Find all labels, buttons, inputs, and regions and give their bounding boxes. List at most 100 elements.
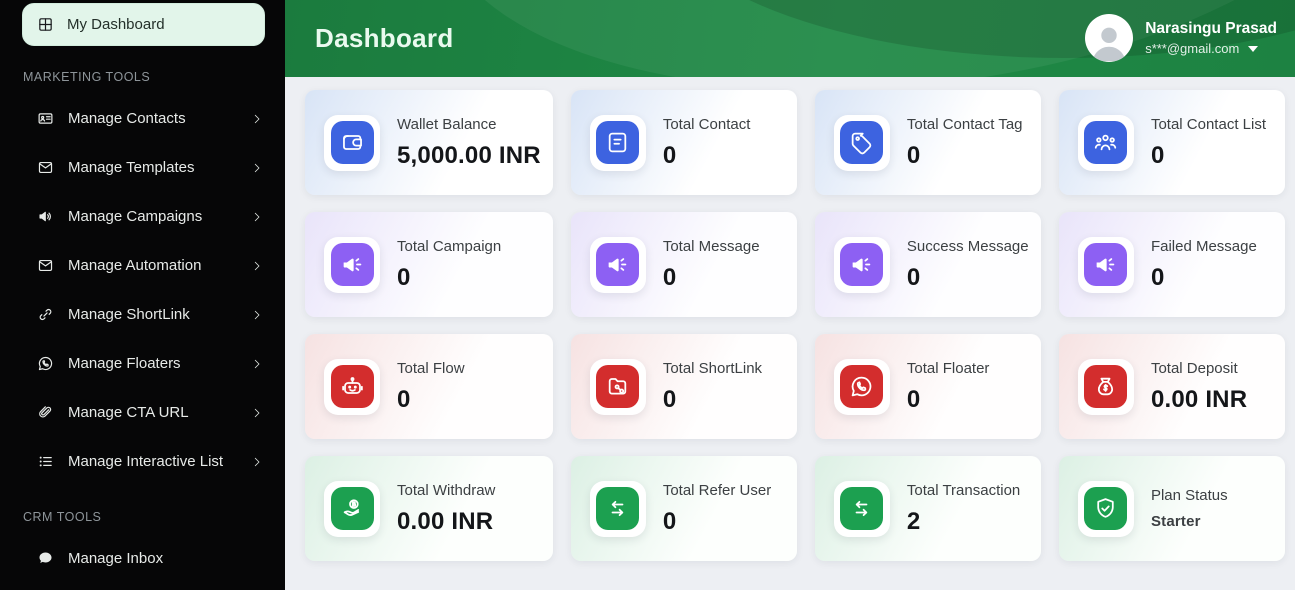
- megaphone-icon: [330, 243, 374, 286]
- icon-tile: [833, 480, 890, 537]
- card-value: 0.00 INR: [1150, 385, 1248, 413]
- icon-tile: [1077, 114, 1134, 171]
- stat-card-total-flow: Total Flow 0: [305, 334, 553, 439]
- stat-card-total-campaign: Total Campaign 0: [305, 212, 553, 317]
- icon-tile: [1077, 236, 1134, 293]
- chevron-right-icon: [251, 260, 263, 272]
- envelope-icon: [37, 159, 54, 176]
- card-text: Total Withdraw 0.00 INR: [397, 482, 495, 536]
- icon-tile: [1077, 358, 1134, 415]
- sidebar-item-manage-interactive-list[interactable]: Manage Interactive List: [0, 437, 285, 486]
- section-title: MARKETING TOOLS: [23, 70, 151, 84]
- icon-tile: [589, 236, 646, 293]
- card-text: Total Flow 0: [397, 360, 465, 414]
- hand-coin-icon: [330, 487, 374, 530]
- card-text: Total Deposit 0.00 INR: [1151, 360, 1247, 414]
- sidebar-item-my-dashboard[interactable]: My Dashboard: [22, 3, 265, 46]
- user-name: Narasingu Prasad: [1145, 19, 1277, 37]
- note-icon: [596, 121, 640, 164]
- card-title: Total Contact: [662, 115, 751, 133]
- dashboard-grid-icon: [37, 16, 54, 33]
- chevron-right-icon: [251, 309, 263, 321]
- card-text: Total Contact Tag 0: [907, 116, 1023, 170]
- chevron-right-icon: [251, 113, 263, 125]
- card-text: Total Floater 0: [907, 360, 990, 414]
- sidebar-item-label: Manage CTA URL: [68, 404, 189, 421]
- avatar[interactable]: [1085, 14, 1134, 62]
- stat-card-total-deposit: Total Deposit 0.00 INR: [1058, 334, 1285, 439]
- stat-card-total-shortlink: Total ShortLink 0: [570, 334, 797, 439]
- whatsapp-icon: [37, 355, 54, 372]
- sidebar-sections: MARKETING TOOLS Manage Contacts Manage Tem…: [0, 46, 285, 583]
- card-title: Success Message: [906, 237, 1029, 255]
- card-title: Total ShortLink: [662, 359, 763, 377]
- icon-tile: [589, 114, 646, 171]
- icon-tile: [324, 114, 380, 171]
- card-title: Total Contact Tag: [906, 115, 1023, 133]
- card-value: 0: [1150, 263, 1165, 291]
- people-group-icon: [1084, 121, 1128, 164]
- card-text: Total Message 0: [663, 238, 760, 292]
- sidebar-item-label: Manage Floaters: [68, 355, 181, 372]
- stat-card-total-floater: Total Floater 0: [814, 334, 1041, 439]
- page-title: Dashboard: [315, 23, 454, 53]
- sidebar-item-manage-floaters[interactable]: Manage Floaters: [0, 339, 285, 388]
- icon-tile: [833, 114, 890, 171]
- sidebar-item-manage-shortlink[interactable]: Manage ShortLink: [0, 290, 285, 339]
- card-text: Total Transaction 2: [907, 482, 1020, 536]
- money-bag-icon: [1084, 365, 1128, 408]
- sidebar-item-manage-cta-url[interactable]: Manage CTA URL: [0, 388, 285, 437]
- chevron-right-icon: [251, 407, 263, 419]
- icon-tile: [833, 236, 890, 293]
- sidebar-item-manage-inbox[interactable]: Manage Inbox: [0, 534, 285, 583]
- card-title: Plan Status: [1150, 487, 1228, 504]
- icon-tile: [589, 358, 646, 415]
- card-text: Success Message 0: [907, 238, 1029, 292]
- card-title: Total Refer User: [662, 481, 772, 499]
- sidebar-item-label: Manage Campaigns: [68, 208, 203, 225]
- sidebar-item-manage-campaigns[interactable]: Manage Campaigns: [0, 192, 285, 241]
- paperclip-icon: [37, 404, 54, 421]
- card-title: Wallet Balance: [397, 115, 497, 133]
- card-title: Total Campaign: [397, 237, 502, 255]
- card-value: 0: [906, 141, 921, 169]
- stats-grid: Wallet Balance 5,000.00 INR Total Contact 0…: [285, 77, 1295, 590]
- sidebar-item-label: My Dashboard: [67, 16, 165, 33]
- chevron-right-icon: [251, 358, 263, 370]
- card-value: 0: [906, 385, 921, 413]
- card-title: Total Message: [662, 237, 760, 255]
- card-text: Total Refer User 0: [663, 482, 771, 536]
- card-title: Total Flow: [397, 359, 465, 377]
- card-title: Total Withdraw: [397, 481, 496, 499]
- caret-down-icon[interactable]: [1248, 45, 1259, 52]
- envelope-icon: [37, 257, 54, 274]
- stat-card-total-contact-list: Total Contact List 0: [1058, 90, 1285, 195]
- stat-card-failed-message: Failed Message 0: [1058, 212, 1285, 317]
- card-value: 0: [1150, 141, 1165, 169]
- chevron-right-icon: [251, 162, 263, 174]
- icon-tile: [324, 358, 380, 415]
- stat-card-total-contact-tag: Total Contact Tag 0: [814, 90, 1041, 195]
- icon-tile: [1077, 480, 1134, 537]
- header: Dashboard Narasingu Prasad s***@gmail.co…: [285, 0, 1295, 77]
- sidebar-item-manage-automation[interactable]: Manage Automation: [0, 241, 285, 290]
- icon-tile: [589, 480, 646, 537]
- list-icon: [37, 453, 54, 470]
- stat-card-total-refer-user: Total Refer User 0: [570, 456, 797, 561]
- megaphone-icon: [840, 243, 884, 286]
- sidebar-item-manage-templates[interactable]: Manage Templates: [0, 143, 285, 192]
- folder-link-icon: [596, 365, 640, 408]
- app: My Dashboard MARKETING TOOLS Manage Conta…: [0, 0, 1295, 590]
- shield-check-icon: [1084, 487, 1128, 530]
- sidebar-item-manage-contacts[interactable]: Manage Contacts: [0, 94, 285, 143]
- chevron-right-icon: [251, 211, 263, 223]
- stat-card-wallet-balance: Wallet Balance 5,000.00 INR: [305, 90, 553, 195]
- sidebar-item-label: Manage Contacts: [68, 110, 186, 127]
- card-value: 5,000.00 INR: [397, 141, 541, 169]
- card-text: Total ShortLink 0: [663, 360, 762, 414]
- card-text: Total Contact List 0: [1151, 116, 1266, 170]
- user-menu[interactable]: Narasingu Prasad s***@gmail.com: [1085, 14, 1277, 62]
- stat-card-total-message: Total Message 0: [570, 212, 797, 317]
- wallet-icon: [330, 121, 374, 164]
- card-value: 0.00 INR: [397, 507, 494, 535]
